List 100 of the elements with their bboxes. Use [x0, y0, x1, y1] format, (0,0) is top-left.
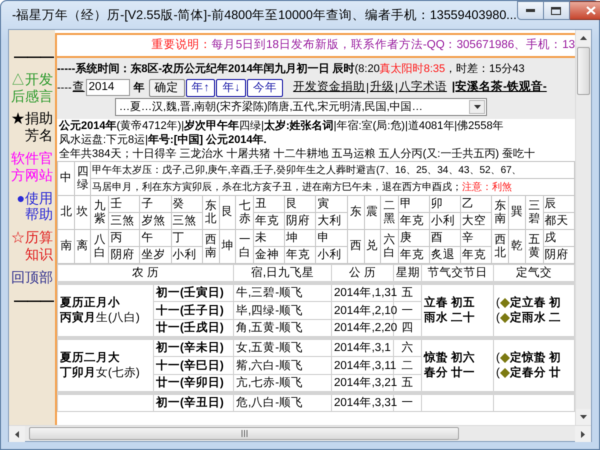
omen-label: 阴府	[108, 246, 140, 264]
omen-label: 年克	[254, 212, 285, 230]
confirm-button[interactable]: 确定	[148, 78, 185, 97]
mountain-label: 乙	[460, 196, 492, 213]
query-link[interactable]: 查	[72, 79, 85, 96]
info-line: 风水运盘:下元8运|年号:[中国] 公元2014年.	[58, 133, 268, 148]
scroll-left-button[interactable]	[9, 426, 25, 442]
dash-text: ----	[57, 80, 72, 96]
trigram-label: 巽	[508, 196, 526, 230]
omen-label: 三煞	[108, 212, 140, 230]
window-title: -福星万年（经）历-[V2.55版-简体]-前4800年至10000年查询、编者手机：13559403980...	[12, 6, 517, 24]
month-subtitle: 丁卯月女(七赤)	[60, 366, 141, 381]
diamond-icon	[500, 353, 510, 364]
mountain-label: 申	[316, 230, 348, 247]
mountain-label: 艮	[284, 196, 316, 213]
year-nav-button[interactable]: 年↓	[216, 78, 246, 97]
mountain-label: 丑	[254, 196, 285, 213]
month-subtitle: 丙寅月生(八白)	[60, 310, 141, 326]
scroll-thumb[interactable]	[577, 47, 590, 95]
mountain-label: 辛	[460, 230, 492, 247]
trigram-label: 乾	[508, 230, 526, 264]
time-offset-text: ，时差：15分43	[445, 62, 525, 76]
mountain-label: 坤	[284, 230, 316, 247]
right-arrow-icon	[581, 430, 585, 438]
menu-link[interactable]: 升级	[370, 79, 394, 96]
bracket-text: (	[496, 366, 500, 381]
scroll-up-button[interactable]	[576, 30, 591, 46]
position-label: 中	[58, 162, 75, 196]
star-label: 八白	[90, 230, 109, 264]
omen-label: 年克	[398, 246, 430, 264]
separator-text: |	[366, 80, 370, 96]
notice-label: 重要说明：	[152, 39, 212, 51]
omen-label: 岁煞	[140, 212, 172, 230]
bracket-text: (	[496, 350, 500, 366]
minimize-icon	[526, 9, 535, 12]
mountain-label: 子	[140, 196, 172, 213]
menu-link[interactable]: 开发资金捐助	[293, 79, 366, 96]
omen-label: 坐岁	[140, 246, 172, 264]
down-arrow-icon	[580, 415, 587, 419]
year-nav-button[interactable]: 今年	[247, 78, 284, 97]
trigram-label: 坎	[74, 196, 91, 230]
fixed-term: 定惊蛰 初	[510, 350, 562, 366]
year-note: 马居申月，利在东方寅卯辰，杀在北方亥子丑，进在南方巳午未，退在西方申酉戌；	[92, 182, 462, 193]
warning-text: 注意：利煞	[462, 182, 512, 193]
solar-date: 2014年,3,11	[332, 356, 394, 375]
clock-text: (8:20	[354, 62, 380, 76]
year-input[interactable]: 2014	[86, 79, 130, 96]
info-line: 公元2014年(黄帝4712年)|岁次甲午年四绿|太岁:姓张名词|年宿:室(局:危)|道4081年|佛2558年	[58, 119, 505, 134]
up-arrow-icon	[580, 36, 587, 40]
star-label: 五黄	[525, 230, 544, 264]
column-header: 宿,日九飞星	[234, 264, 332, 284]
mountain-label: 甲	[398, 196, 430, 213]
year-note: 甲午年太岁压：戊子,己卯,庚午,辛酉,壬子,癸卯年生之人葬时避吉(7、16、25、34、43、52、67、	[90, 162, 574, 179]
dash-divider: ———	[13, 292, 53, 308]
lunar-date: 廿一(辛卯日)	[154, 374, 234, 394]
star-label: 二黑	[380, 196, 398, 230]
maximize-button[interactable]	[544, 1, 570, 20]
mountain-label: 卯	[430, 196, 461, 213]
star-label: 四绿	[74, 162, 91, 196]
mountain-label: 丙	[108, 230, 140, 247]
omen-label: 年克	[284, 246, 316, 264]
omen-label: 小利	[430, 212, 461, 230]
maximize-icon	[551, 6, 562, 14]
system-time-label: -----系统时间：东8区-农历公元纪年2014年闰九月初一日 辰时	[57, 62, 355, 76]
info-line: 全年共384天；十日得辛 三龙治水 十屠共猪 十二牛耕地 五马运粮 五人分丙(又:一壬共五丙) 蚕吃十	[58, 147, 536, 162]
mountain-label: 寅	[316, 196, 348, 213]
sidebar-link[interactable]: 回顶部	[11, 268, 53, 286]
trigram-label: 震	[364, 196, 380, 230]
star-label: 一白	[235, 230, 254, 264]
solar-date: 2014年,3,1	[332, 338, 394, 357]
grip-icon	[240, 430, 248, 437]
column-header: 农 历	[58, 264, 234, 284]
trigram-label: 离	[74, 230, 91, 264]
mountain-label: 壬	[108, 196, 140, 213]
direction-label: 西北	[492, 230, 509, 264]
column-header: 公 历	[332, 264, 394, 284]
tagline-link[interactable]: |安溪名茶-铁观音-	[452, 79, 547, 96]
era-dropdown[interactable]: …夏…汉,魏,晋,南朝(宋齐梁陈)隋唐,五代,宋元明清,民国,中国…	[115, 98, 487, 116]
fixed-term: 定雨水 二	[510, 310, 562, 326]
sidebar-link[interactable]: ●使用帮助	[11, 190, 53, 224]
direction-label: 北	[58, 196, 75, 230]
sidebar-link[interactable]: ★捐助芳名	[11, 110, 53, 144]
solar-term: 雨水 二十	[424, 310, 476, 326]
omen-label: 金神	[254, 246, 285, 264]
bracket-text: (	[496, 296, 500, 311]
sidebar-link[interactable]: ☆历算知识	[11, 229, 53, 263]
scroll-down-button[interactable]	[576, 409, 591, 425]
omen-label: 小利	[316, 246, 348, 264]
minimize-button[interactable]	[516, 1, 544, 20]
year-nav-button[interactable]: 年↑	[186, 78, 216, 97]
bracket-text: (	[496, 310, 500, 326]
column-header: 节气交节日	[422, 264, 494, 284]
trigram-label: 坤	[219, 230, 236, 264]
month-title: 夏历二月大	[60, 350, 121, 366]
scroll-thumb[interactable]	[29, 427, 459, 440]
omen-label: 大利	[316, 212, 348, 230]
menu-link[interactable]: 八字术语	[398, 79, 447, 96]
weekday: 六	[394, 338, 422, 357]
scroll-right-button[interactable]	[575, 426, 591, 442]
lunar-date: 初一(辛未日)	[154, 338, 234, 357]
